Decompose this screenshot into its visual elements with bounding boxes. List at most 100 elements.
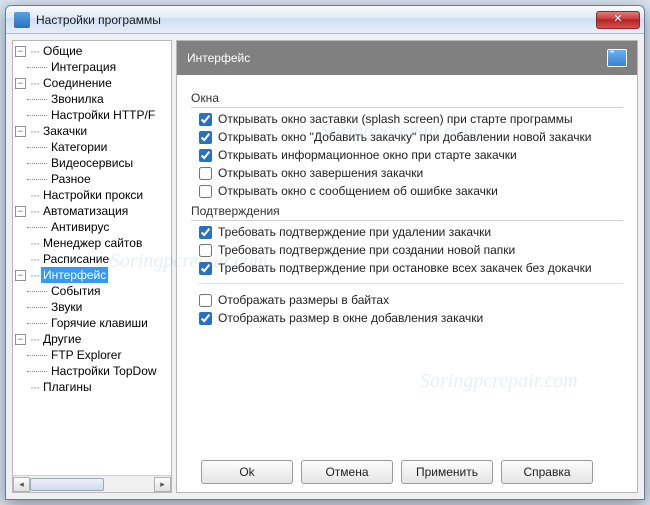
panel-title: Интерфейс — [187, 51, 250, 65]
checkbox[interactable] — [199, 131, 212, 144]
collapse-icon[interactable]: − — [15, 126, 26, 137]
checkbox-label: Отображать размеры в байтах — [218, 293, 389, 307]
button-row: Ok Отмена Применить Справка — [177, 452, 637, 492]
tree-item[interactable]: Звуки — [13, 299, 171, 315]
collapse-icon[interactable]: − — [15, 78, 26, 89]
tree-group-label: Интерфейс — [41, 267, 108, 283]
tree-item[interactable]: Разное — [13, 171, 171, 187]
tree-item-label: Антивирус — [49, 219, 111, 235]
checkbox-label: Открывать информационное окно при старте… — [218, 148, 517, 162]
checkbox-option[interactable]: Открывать окно завершения закачки — [199, 166, 623, 180]
tree-group[interactable]: ···Плагины — [13, 379, 171, 395]
app-icon — [14, 12, 30, 28]
tree-item[interactable]: Настройки HTTP/F — [13, 107, 171, 123]
collapse-icon[interactable]: − — [15, 46, 26, 57]
tree-item[interactable]: Звонилка — [13, 91, 171, 107]
horizontal-scrollbar[interactable]: ◂ ▸ — [13, 475, 171, 492]
checkbox-label: Открывать окно "Добавить закачку" при до… — [218, 130, 591, 144]
interface-icon — [607, 49, 627, 67]
tree-item[interactable]: Настройки TopDow — [13, 363, 171, 379]
checkbox[interactable] — [199, 185, 212, 198]
settings-window: Настройки программы ✕ −···ОбщиеИнтеграци… — [5, 5, 645, 500]
tree-group[interactable]: ···Расписание — [13, 251, 171, 267]
tree-group-label: Плагины — [41, 379, 94, 395]
checkbox[interactable] — [199, 244, 212, 257]
content-area: −···ОбщиеИнтеграция−···СоединениеЗвонилк… — [6, 34, 644, 499]
titlebar[interactable]: Настройки программы ✕ — [6, 6, 644, 34]
checkbox-label: Открывать окно с сообщением об ошибке за… — [218, 184, 498, 198]
tree-group-label: Настройки прокси — [41, 187, 145, 203]
tree-group-label: Другие — [41, 331, 83, 347]
settings-panel: Интерфейс Окна Открывать окно заставки (s… — [176, 40, 638, 493]
tree-item-label: Настройки TopDow — [49, 363, 159, 379]
checkbox-option[interactable]: Открывать окно с сообщением об ошибке за… — [199, 184, 623, 198]
tree-item-label: Звуки — [49, 299, 84, 315]
checkbox-label: Отображать размер в окне добавления зака… — [218, 311, 483, 325]
scroll-track[interactable] — [30, 477, 154, 492]
tree-group[interactable]: −···Автоматизация — [13, 203, 171, 219]
checkbox-option[interactable]: Открывать окно "Добавить закачку" при до… — [199, 130, 623, 144]
tree-group-label: Соединение — [41, 75, 114, 91]
checkbox[interactable] — [199, 226, 212, 239]
collapse-icon[interactable]: − — [15, 270, 26, 281]
group-title: Окна — [191, 91, 623, 108]
checkbox-option[interactable]: Отображать размер в окне добавления зака… — [199, 311, 623, 325]
scroll-thumb[interactable] — [30, 478, 104, 491]
checkbox-label: Требовать подтверждение при создании нов… — [218, 243, 515, 257]
tree-group-label: Менеджер сайтов — [41, 235, 144, 251]
tree-item-label: События — [49, 283, 103, 299]
separator — [199, 283, 623, 289]
tree-item[interactable]: FTP Explorer — [13, 347, 171, 363]
tree-group-label: Общие — [41, 43, 84, 59]
tree-item[interactable]: События — [13, 283, 171, 299]
checkbox-label: Открывать окно заставки (splash screen) … — [218, 112, 573, 126]
tree-item-label: Интеграция — [49, 59, 118, 75]
collapse-icon[interactable]: − — [15, 206, 26, 217]
checkbox-option[interactable]: Открывать окно заставки (splash screen) … — [199, 112, 623, 126]
checkbox[interactable] — [199, 113, 212, 126]
tree-item[interactable]: Видеосервисы — [13, 155, 171, 171]
checkbox[interactable] — [199, 294, 212, 307]
close-button[interactable]: ✕ — [596, 11, 640, 29]
tree-item-label: Настройки HTTP/F — [49, 107, 157, 123]
checkbox-option[interactable]: Открывать информационное окно при старте… — [199, 148, 623, 162]
tree-item-label: Горячие клавиши — [49, 315, 150, 331]
cancel-button[interactable]: Отмена — [301, 460, 393, 484]
tree-group[interactable]: −···Общие — [13, 43, 171, 59]
checkbox[interactable] — [199, 167, 212, 180]
tree-group[interactable]: −···Интерфейс — [13, 267, 171, 283]
ok-button[interactable]: Ok — [201, 460, 293, 484]
tree-group-label: Закачки — [41, 123, 89, 139]
help-button[interactable]: Справка — [501, 460, 593, 484]
tree-group[interactable]: −···Соединение — [13, 75, 171, 91]
tree-item[interactable]: Горячие клавиши — [13, 315, 171, 331]
tree-item-label: Звонилка — [49, 91, 106, 107]
tree-item[interactable]: Антивирус — [13, 219, 171, 235]
nav-tree: −···ОбщиеИнтеграция−···СоединениеЗвонилк… — [12, 40, 172, 493]
apply-button[interactable]: Применить — [401, 460, 493, 484]
checkbox[interactable] — [199, 312, 212, 325]
tree-item[interactable]: Категории — [13, 139, 171, 155]
checkbox[interactable] — [199, 149, 212, 162]
tree-item[interactable]: Интеграция — [13, 59, 171, 75]
collapse-icon[interactable]: − — [15, 334, 26, 345]
tree-group[interactable]: −···Закачки — [13, 123, 171, 139]
checkbox-option[interactable]: Отображать размеры в байтах — [199, 293, 623, 307]
tree-group[interactable]: −···Другие — [13, 331, 171, 347]
checkbox-label: Открывать окно завершения закачки — [218, 166, 423, 180]
checkbox-label: Требовать подтверждение при удалении зак… — [218, 225, 491, 239]
tree-item-label: Категории — [49, 139, 109, 155]
scroll-left-button[interactable]: ◂ — [13, 477, 30, 492]
checkbox-option[interactable]: Требовать подтверждение при остановке вс… — [199, 261, 623, 275]
checkbox[interactable] — [199, 262, 212, 275]
checkbox-option[interactable]: Требовать подтверждение при удалении зак… — [199, 225, 623, 239]
tree-group[interactable]: ···Менеджер сайтов — [13, 235, 171, 251]
tree-item-label: FTP Explorer — [49, 347, 123, 363]
tree-item-label: Видеосервисы — [49, 155, 135, 171]
tree-group[interactable]: ···Настройки прокси — [13, 187, 171, 203]
checkbox-label: Требовать подтверждение при остановке вс… — [218, 261, 592, 275]
scroll-right-button[interactable]: ▸ — [154, 477, 171, 492]
checkbox-option[interactable]: Требовать подтверждение при создании нов… — [199, 243, 623, 257]
tree-group-label: Расписание — [41, 251, 111, 267]
group-title: Подтверждения — [191, 204, 623, 221]
